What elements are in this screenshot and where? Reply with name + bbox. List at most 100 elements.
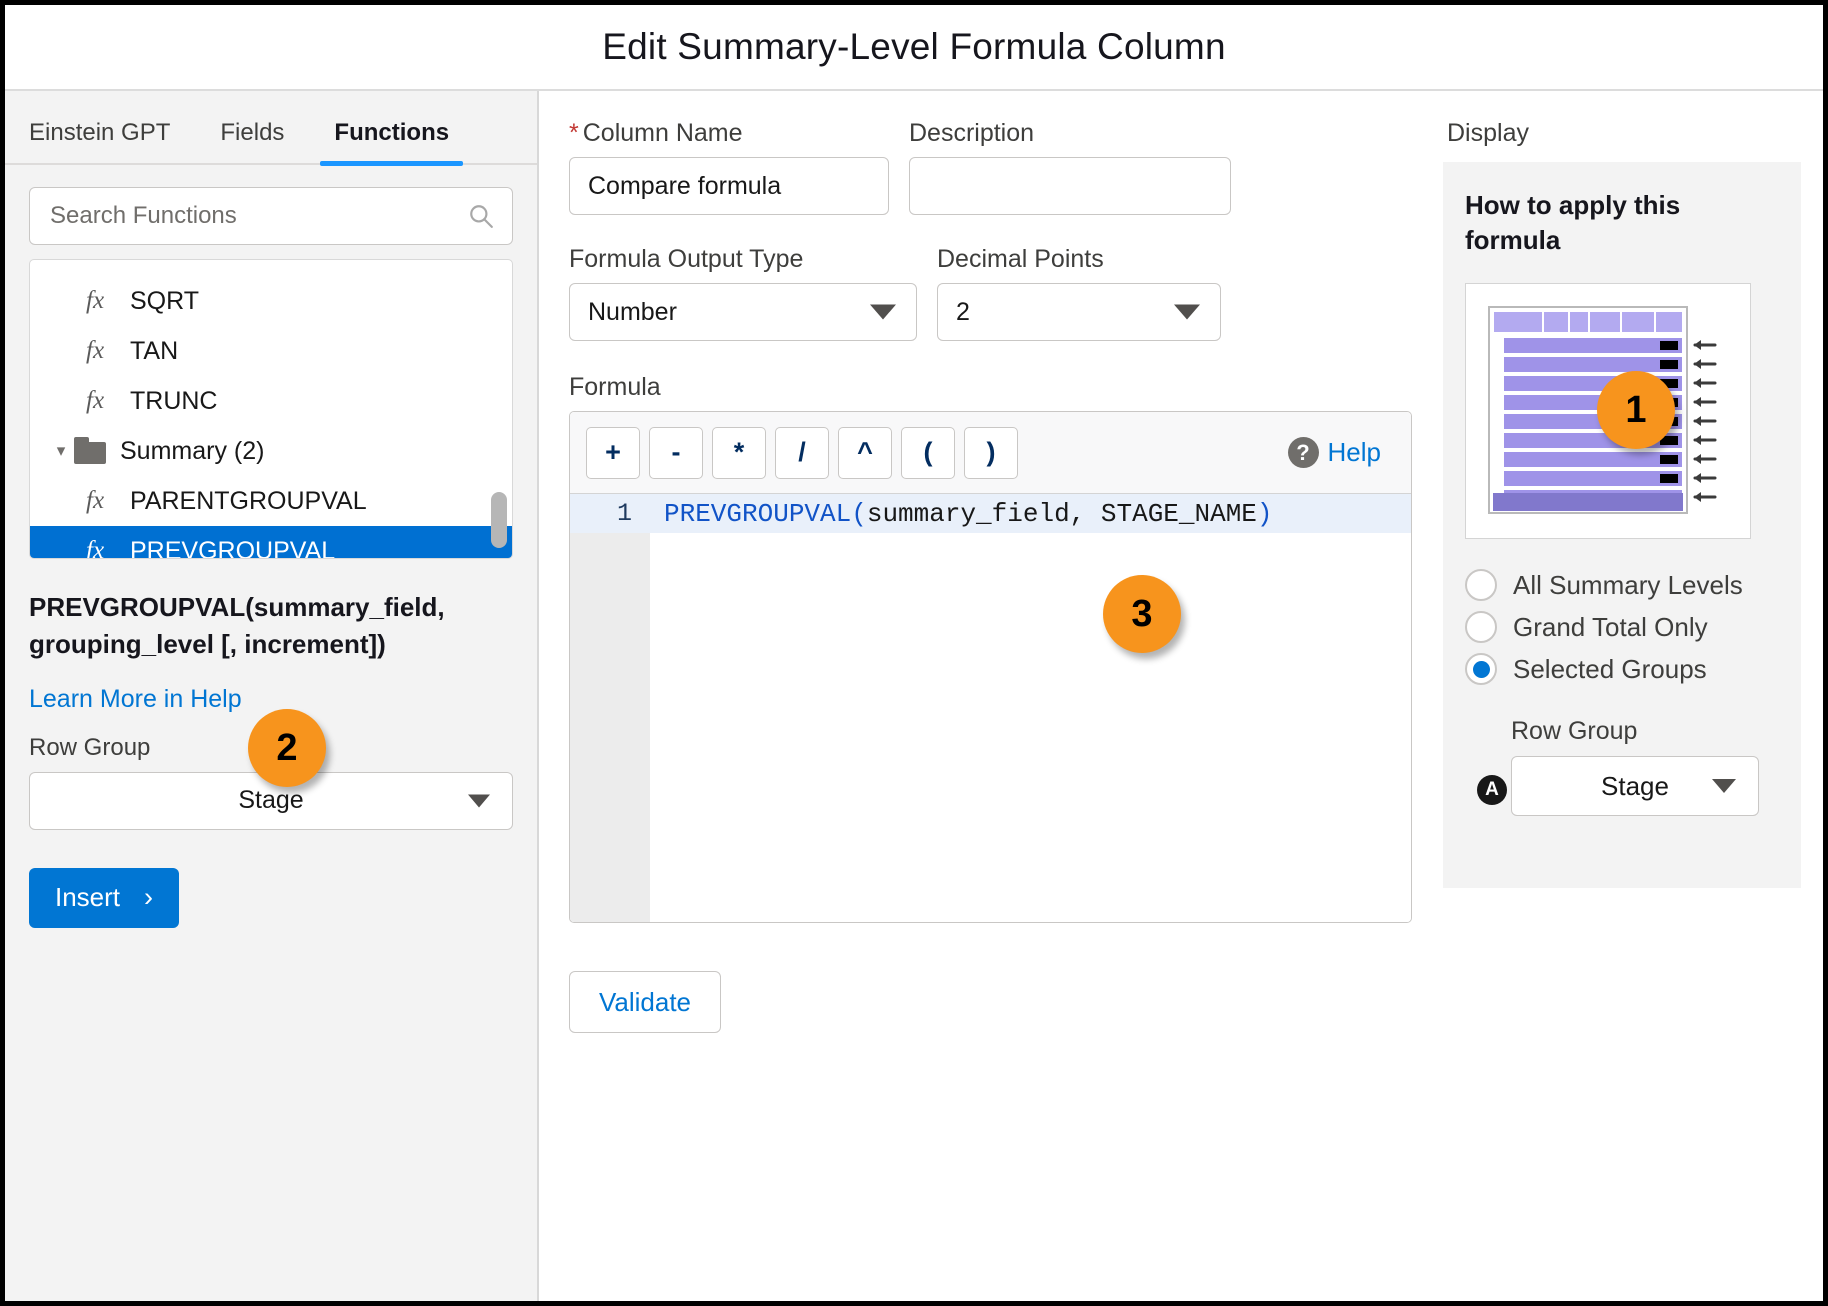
fx-icon: fx (86, 387, 105, 414)
radio-label: All Summary Levels (1513, 569, 1743, 600)
column-name-input[interactable] (569, 157, 889, 215)
list-item-partial[interactable] (30, 260, 512, 276)
formula-function-token: PREVGROUPVAL (664, 498, 852, 529)
operator-open-paren-button[interactable]: ( (901, 426, 955, 479)
editor-gutter (570, 494, 650, 922)
required-asterisk: * (569, 119, 579, 147)
formula-editor[interactable]: + - * / ^ ( ) ? Help 1 PREVGROUPVAL(summ… (569, 411, 1412, 923)
list-item-prevgroupval[interactable]: fx PREVGROUPVAL (30, 526, 512, 559)
insert-button[interactable]: Insert › (29, 867, 180, 928)
decimal-points-value: 2 (956, 297, 970, 326)
scrollbar-thumb[interactable] (491, 492, 507, 548)
list-group-summary[interactable]: ▾ Summary (2) (30, 426, 512, 476)
tab-functions[interactable]: Functions (320, 119, 463, 166)
formula-open-paren: ( (851, 498, 867, 529)
validate-button[interactable]: Validate (569, 971, 721, 1033)
decimal-points-field: Decimal Points 2 (937, 245, 1221, 341)
decimal-points-label: Decimal Points (937, 245, 1104, 273)
formula-toolbar: + - * / ^ ( ) ? Help (570, 412, 1411, 494)
operator-close-paren-button[interactable]: ) (964, 426, 1018, 479)
radio-selected-groups[interactable]: Selected Groups (1465, 653, 1779, 686)
folder-icon (74, 437, 108, 465)
radio-grand-total-only[interactable]: Grand Total Only (1465, 611, 1779, 644)
chevron-right-icon: › (144, 882, 154, 913)
row-group-value: Stage (238, 786, 304, 815)
radio-label: Selected Groups (1513, 653, 1707, 684)
display-row-group-value: Stage (1601, 770, 1669, 801)
formula-column-dialog: Edit Summary-Level Formula Column Einste… (0, 0, 1828, 1306)
help-link[interactable]: ? Help (1287, 437, 1395, 468)
list-item-sqrt[interactable]: fx SQRT (30, 276, 512, 326)
tab-einstein-gpt[interactable]: Einstein GPT (29, 119, 170, 163)
column-name-label: * Column Name (569, 119, 743, 147)
function-list[interactable]: fx SQRT fx TAN fx TRUNC ▾ Summary (2) fx… (29, 259, 513, 559)
dialog-body: Einstein GPT Fields Functions Search Fun… (5, 91, 1823, 1301)
formula-section: Formula + - * / ^ ( ) ? Help 1 PREVGROUP… (569, 373, 1412, 923)
list-item-label: PREVGROUPVAL (130, 536, 336, 559)
list-item-tan[interactable]: fx TAN (30, 326, 512, 376)
decimal-points-select[interactable]: 2 (937, 283, 1221, 341)
callout-badge-1: 1 (1597, 371, 1675, 449)
tab-fields[interactable]: Fields (220, 119, 284, 163)
formula-label: Formula (569, 373, 661, 401)
display-panel-label: Display (1447, 119, 1529, 147)
display-card: How to apply this formula All Summary Le… (1443, 162, 1801, 888)
list-item-label: SQRT (130, 286, 199, 315)
radio-all-summary-levels[interactable]: All Summary Levels (1465, 569, 1779, 602)
validate-container: Validate (569, 971, 1443, 1033)
anchor-a-icon: A (1477, 775, 1507, 806)
display-row-group-label: Row Group (1511, 717, 1638, 746)
search-box[interactable] (29, 187, 513, 245)
callout-badge-2: 2 (248, 709, 326, 787)
radio-label: Grand Total Only (1513, 611, 1708, 642)
display-row-group: Row Group A Stage (1465, 717, 1779, 817)
display-card-heading: How to apply this formula (1465, 190, 1681, 255)
description-label: Description (909, 119, 1035, 147)
output-type-value: Number (588, 297, 677, 326)
list-item-trunc[interactable]: fx TRUNC (30, 376, 512, 426)
search-input[interactable] (30, 188, 512, 244)
editor-line-1[interactable]: 1 PREVGROUPVAL(summary_field, STAGE_NAME… (570, 494, 1411, 533)
chevron-down-icon (1712, 779, 1736, 794)
list-item-parentgroupval[interactable]: fx PARENTGROUPVAL (30, 476, 512, 526)
sidebar-tablist: Einstein GPT Fields Functions (5, 91, 537, 166)
output-decimal-row: Formula Output Type Number Decimal Point… (569, 245, 1443, 341)
radio-dot-selected (1465, 653, 1497, 686)
display-panel: Display How to apply this formula All Su… (1443, 91, 1801, 1301)
operator-multiply-button[interactable]: * (712, 426, 766, 479)
fx-icon: fx (86, 337, 105, 364)
insert-container: Insert › (5, 830, 537, 928)
formula-code-area[interactable]: 1 PREVGROUPVAL(summary_field, STAGE_NAME… (570, 494, 1411, 922)
fx-icon: fx (86, 287, 105, 314)
description-input[interactable] (909, 157, 1231, 215)
page-title: Edit Summary-Level Formula Column (602, 26, 1226, 67)
operator-plus-button[interactable]: + (586, 426, 640, 479)
formula-main-panel: * Column Name Description Formula Output… (539, 91, 1443, 1301)
formula-close-paren: ) (1256, 498, 1273, 529)
search-container (5, 165, 537, 245)
list-group-label: Summary (2) (120, 436, 265, 465)
description-field: Description (909, 119, 1231, 215)
output-type-select[interactable]: Number (569, 283, 917, 341)
fx-icon: fx (86, 487, 105, 514)
dialog-header: Edit Summary-Level Formula Column (5, 5, 1823, 91)
line-number: 1 (616, 499, 632, 528)
function-list-container: fx SQRT fx TAN fx TRUNC ▾ Summary (2) fx… (5, 245, 537, 559)
formula-code-text: PREVGROUPVAL(summary_field, STAGE_NAME) (650, 499, 1273, 529)
help-label: Help (1327, 437, 1381, 467)
function-list-scrollbar[interactable] (491, 264, 507, 554)
output-type-label: Formula Output Type (569, 245, 804, 273)
operator-minus-button[interactable]: - (649, 426, 703, 479)
output-type-field: Formula Output Type Number (569, 245, 917, 341)
learn-more-link[interactable]: Learn More in Help (29, 685, 242, 714)
chevron-down-icon[interactable]: ▾ (48, 441, 74, 461)
display-row-group-select[interactable]: Stage (1511, 756, 1759, 817)
question-mark-icon: ? (1287, 437, 1319, 468)
operator-divide-button[interactable]: / (775, 426, 829, 479)
chevron-down-icon (468, 794, 490, 808)
name-description-row: * Column Name Description (569, 119, 1443, 215)
chevron-down-icon (870, 304, 896, 320)
fx-icon: fx (86, 537, 105, 559)
functions-sidebar: Einstein GPT Fields Functions Search Fun… (5, 91, 539, 1301)
operator-power-button[interactable]: ^ (838, 426, 892, 479)
